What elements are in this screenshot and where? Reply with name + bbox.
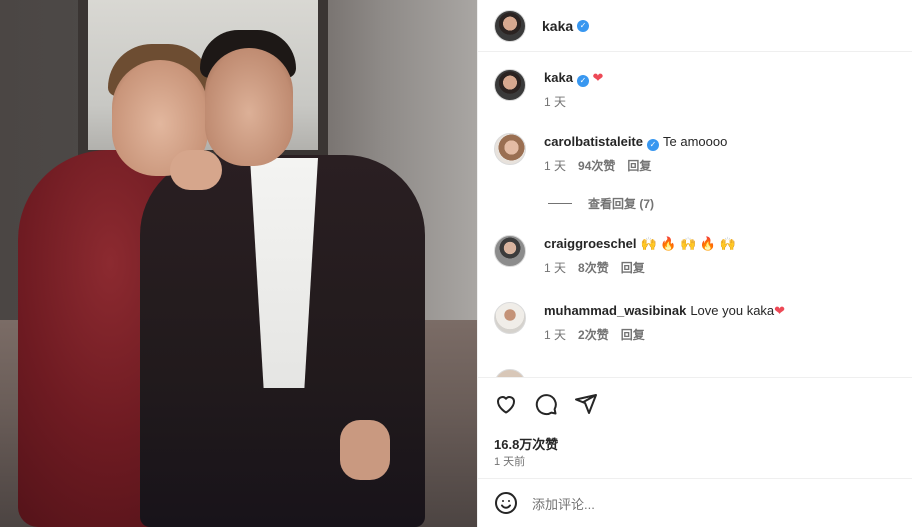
caption-heart: ❤ [592, 70, 604, 85]
comment-text: Love you kaka [690, 303, 775, 318]
likes-count[interactable]: 16.8万次赞 [494, 434, 558, 453]
comment-icon[interactable] [534, 392, 558, 416]
replies-dash [548, 203, 572, 204]
comment-text: Te amoooo [663, 134, 728, 149]
post-dialog: kaka ✓ kaka ✓ ❤ 1 天 carolbatistaleite ✓ … [0, 0, 912, 527]
comment-item: carolbatistaleite ✓ Te amoooo 1 天 94次赞 回复 [494, 133, 727, 174]
comment-line: carolbatistaleite ✓ Te amoooo [544, 133, 727, 151]
comment-username[interactable]: muhammad_wasibinak [544, 303, 686, 318]
comment-line: craiggroeschel 🙌 🔥 🙌 🔥 🙌 [544, 235, 736, 253]
comment-likes[interactable]: 94次赞 [578, 157, 615, 174]
commenter-avatar[interactable] [494, 235, 526, 267]
caption-time[interactable]: 1 天 [544, 93, 566, 110]
heart-icon[interactable] [494, 392, 518, 416]
comment-time[interactable]: 1 天 [544, 157, 566, 174]
man-hand [340, 420, 390, 480]
commenter-avatar[interactable] [494, 302, 526, 334]
commenter-avatar[interactable] [494, 369, 526, 377]
caption: kaka ✓ ❤ 1 天 [494, 69, 603, 110]
comment-body: craiggroeschel 🙌 🔥 🙌 🔥 🙌 1 天 8次赞 回复 [544, 235, 736, 276]
comment-input[interactable]: 添加评论... [532, 494, 595, 513]
comment-item-partial [494, 369, 526, 377]
view-replies-label: 查看回复 (7) [588, 197, 655, 211]
caption-line: kaka ✓ ❤ [544, 69, 603, 87]
post-actions: 16.8万次赞 1 天前 [478, 377, 912, 477]
author-username[interactable]: kaka [542, 18, 573, 34]
comment-username[interactable]: craiggroeschel [544, 236, 637, 251]
comment-body: muhammad_wasibinak Love you kaka❤ 1 天 2次赞… [544, 302, 785, 343]
comment-line: muhammad_wasibinak Love you kaka❤ [544, 302, 785, 320]
comment-meta: 1 天 94次赞 回复 [544, 157, 727, 174]
post-side-panel: kaka ✓ kaka ✓ ❤ 1 天 carolbatistaleite ✓ … [477, 0, 912, 527]
woman-hand [170, 150, 222, 190]
post-photo[interactable] [0, 0, 477, 527]
caption-meta: 1 天 [544, 93, 603, 110]
man-face [205, 48, 293, 166]
comment-likes[interactable]: 8次赞 [578, 259, 609, 276]
reply-button[interactable]: 回复 [621, 259, 645, 276]
comment-text: 🙌 🔥 🙌 🔥 🙌 [640, 236, 736, 251]
comment-likes[interactable]: 2次赞 [578, 326, 609, 343]
comment-heart: ❤ [774, 303, 786, 318]
smile-icon[interactable] [494, 491, 518, 515]
caption-avatar[interactable] [494, 69, 526, 101]
verified-badge-icon: ✓ [576, 75, 589, 87]
comments-list[interactable]: kaka ✓ ❤ 1 天 carolbatistaleite ✓ Te amoooo [478, 53, 912, 377]
comment-body: carolbatistaleite ✓ Te amoooo 1 天 94次赞 回复 [544, 133, 727, 174]
comment-item: craiggroeschel 🙌 🔥 🙌 🔥 🙌 1 天 8次赞 回复 [494, 235, 736, 276]
comment-username[interactable]: carolbatistaleite [544, 134, 643, 149]
caption-body: kaka ✓ ❤ 1 天 [544, 69, 603, 110]
verified-badge-icon: ✓ [577, 19, 590, 32]
post-time[interactable]: 1 天前 [494, 453, 525, 469]
comment-meta: 1 天 2次赞 回复 [544, 326, 785, 343]
author-avatar[interactable] [494, 9, 526, 42]
commenter-avatar[interactable] [494, 133, 526, 165]
comment-time[interactable]: 1 天 [544, 259, 566, 276]
add-comment-bar[interactable]: 添加评论... [478, 478, 912, 527]
reply-button[interactable]: 回复 [621, 326, 645, 343]
post-header: kaka ✓ [478, 0, 912, 52]
view-replies-button[interactable]: 查看回复 (7) [548, 195, 654, 212]
comment-meta: 1 天 8次赞 回复 [544, 259, 736, 276]
caption-username[interactable]: kaka [544, 70, 573, 85]
share-icon[interactable] [574, 392, 598, 416]
comment-item: muhammad_wasibinak Love you kaka❤ 1 天 2次赞… [494, 302, 785, 343]
verified-badge-icon: ✓ [647, 139, 659, 151]
action-icons [494, 392, 598, 416]
comment-time[interactable]: 1 天 [544, 326, 566, 343]
reply-button[interactable]: 回复 [627, 157, 651, 174]
